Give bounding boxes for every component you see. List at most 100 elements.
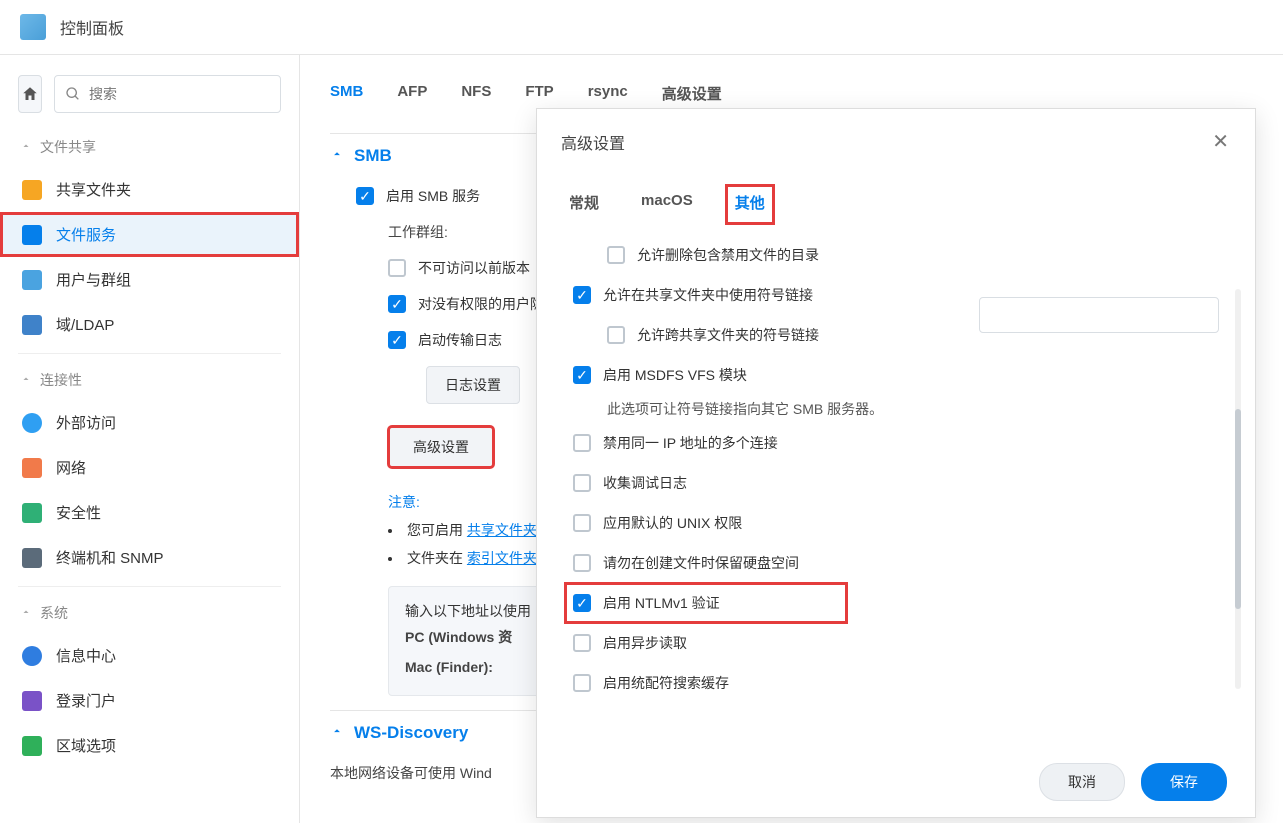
modal-title: 高级设置 (561, 130, 625, 154)
checkbox-ntlmv1[interactable]: ✓ (573, 594, 591, 612)
sidebar-item-regional[interactable]: 区域选项 (0, 723, 299, 768)
control-panel-icon (20, 14, 46, 40)
search-input[interactable] (89, 86, 270, 102)
chevron-up-icon (20, 605, 32, 621)
sidebar-item-label: 共享文件夹 (56, 179, 131, 200)
chevron-up-icon (330, 723, 344, 743)
tab-advanced[interactable]: 高级设置 (662, 75, 722, 112)
sidebar: 文件共享 共享文件夹 文件服务 用户与群组 域/LDAP 连接性 外部访问 (0, 55, 300, 823)
terminal-icon (22, 548, 42, 568)
ldap-icon (22, 315, 42, 335)
shared-folder-link[interactable]: 共享文件夹 (467, 522, 537, 538)
checkbox-msdfs[interactable]: ✓ (573, 366, 591, 384)
group-label: 连接性 (40, 370, 82, 390)
checkbox-wildcard-cache[interactable] (573, 674, 591, 692)
msdfs-description: 此选项可让符号链接指向其它 SMB 服务器。 (573, 395, 1227, 423)
index-folder-link[interactable]: 索引文件夹 (467, 550, 537, 566)
tab-smb[interactable]: SMB (330, 75, 363, 112)
sidebar-item-external-access[interactable]: 外部访问 (0, 400, 299, 445)
home-button[interactable] (18, 75, 42, 113)
checkbox-hide-noperm[interactable]: ✓ (388, 295, 406, 313)
sidebar-item-terminal-snmp[interactable]: 终端机和 SNMP (0, 535, 299, 580)
sidebar-item-label: 安全性 (56, 502, 101, 523)
group-system[interactable]: 系统 (0, 593, 299, 633)
checkbox-unix-perm[interactable] (573, 514, 591, 532)
tab-nfs[interactable]: NFS (461, 75, 491, 112)
checkbox-allow-delete-disabled[interactable] (607, 246, 625, 264)
sidebar-item-login-portal[interactable]: 登录门户 (0, 678, 299, 723)
sidebar-item-users-groups[interactable]: 用户与群组 (0, 257, 299, 302)
checkbox-async-read[interactable] (573, 634, 591, 652)
checkbox-symlinks[interactable]: ✓ (573, 286, 591, 304)
checkbox-label: 启用异步读取 (603, 633, 687, 653)
sidebar-item-label: 外部访问 (56, 412, 116, 433)
checkbox-label: 启用 NTLMv1 验证 (603, 593, 720, 613)
checkbox-disable-multi-ip[interactable] (573, 434, 591, 452)
checkbox-label: 允许跨共享文件夹的符号链接 (637, 325, 819, 345)
sidebar-item-label: 终端机和 SNMP (56, 547, 164, 568)
chevron-up-icon (20, 139, 32, 155)
modal-scrollbar[interactable] (1235, 289, 1241, 689)
sidebar-item-info-center[interactable]: 信息中心 (0, 633, 299, 678)
sidebar-item-shared-folder[interactable]: 共享文件夹 (0, 167, 299, 212)
tab-ftp[interactable]: FTP (525, 75, 553, 112)
modal-tab-general[interactable]: 常规 (561, 186, 607, 223)
checkbox-label: 启用统配符搜索缓存 (603, 673, 729, 693)
checkbox-label: 请勿在创建文件时保留硬盘空间 (603, 553, 799, 573)
group-label: 文件共享 (40, 137, 96, 157)
header-title: 控制面板 (60, 15, 124, 39)
checkbox-label: 应用默认的 UNIX 权限 (603, 513, 742, 533)
chevron-up-icon (330, 146, 344, 166)
checkbox-enable-smb[interactable]: ✓ (356, 187, 374, 205)
checkbox-label: 启用 MSDFS VFS 模块 (603, 365, 747, 385)
checkbox-cross-symlinks[interactable] (607, 326, 625, 344)
checkbox-label: 不可访问以前版本 (418, 258, 530, 278)
checkbox-previous-version[interactable] (388, 259, 406, 277)
checkbox-label: 禁用同一 IP 地址的多个连接 (603, 433, 778, 453)
dropdown-placeholder[interactable] (979, 297, 1219, 333)
checkbox-debug-log[interactable] (573, 474, 591, 492)
modal-tabs: 常规 macOS 其他 (537, 168, 1255, 223)
home-icon (21, 85, 39, 103)
modal-tab-macos[interactable]: macOS (633, 186, 701, 223)
close-icon[interactable]: ✕ (1204, 125, 1237, 158)
checkbox-label: 允许在共享文件夹中使用符号链接 (603, 285, 813, 305)
sidebar-item-security[interactable]: 安全性 (0, 490, 299, 535)
shield-icon (22, 503, 42, 523)
sidebar-item-label: 网络 (56, 457, 86, 478)
network-icon (22, 458, 42, 478)
users-icon (22, 270, 42, 290)
tab-rsync[interactable]: rsync (588, 75, 628, 112)
checkbox-label: 允许删除包含禁用文件的目录 (637, 245, 819, 265)
sidebar-item-label: 文件服务 (56, 224, 116, 245)
save-button[interactable]: 保存 (1141, 763, 1227, 801)
tab-afp[interactable]: AFP (397, 75, 427, 112)
modal-tab-other[interactable]: 其他 (727, 186, 773, 223)
section-title-text: WS-Discovery (354, 723, 468, 743)
sidebar-item-ldap[interactable]: 域/LDAP (0, 302, 299, 347)
info-icon (22, 646, 42, 666)
sidebar-item-label: 用户与群组 (56, 269, 131, 290)
group-label: 系统 (40, 603, 68, 623)
globe-icon (22, 413, 42, 433)
sidebar-item-file-services[interactable]: 文件服务 (0, 212, 299, 257)
checkbox-label: 收集调试日志 (603, 473, 687, 493)
log-settings-button[interactable]: 日志设置 (426, 366, 520, 404)
checkbox-reserve-disk[interactable] (573, 554, 591, 572)
file-service-icon (22, 225, 42, 245)
checkbox-transfer-log[interactable]: ✓ (388, 331, 406, 349)
cancel-button[interactable]: 取消 (1039, 763, 1125, 801)
folder-icon (22, 180, 42, 200)
section-title-text: SMB (354, 146, 392, 166)
sidebar-item-network[interactable]: 网络 (0, 445, 299, 490)
search-box[interactable] (54, 75, 281, 113)
sidebar-item-label: 域/LDAP (56, 314, 114, 335)
group-file-sharing[interactable]: 文件共享 (0, 127, 299, 167)
sidebar-item-label: 登录门户 (56, 690, 116, 711)
group-connectivity[interactable]: 连接性 (0, 360, 299, 400)
search-icon (65, 86, 81, 102)
portal-icon (22, 691, 42, 711)
checkbox-label: 启动传输日志 (418, 330, 502, 350)
sidebar-item-label: 区域选项 (56, 735, 116, 756)
advanced-settings-button[interactable]: 高级设置 (388, 426, 494, 468)
